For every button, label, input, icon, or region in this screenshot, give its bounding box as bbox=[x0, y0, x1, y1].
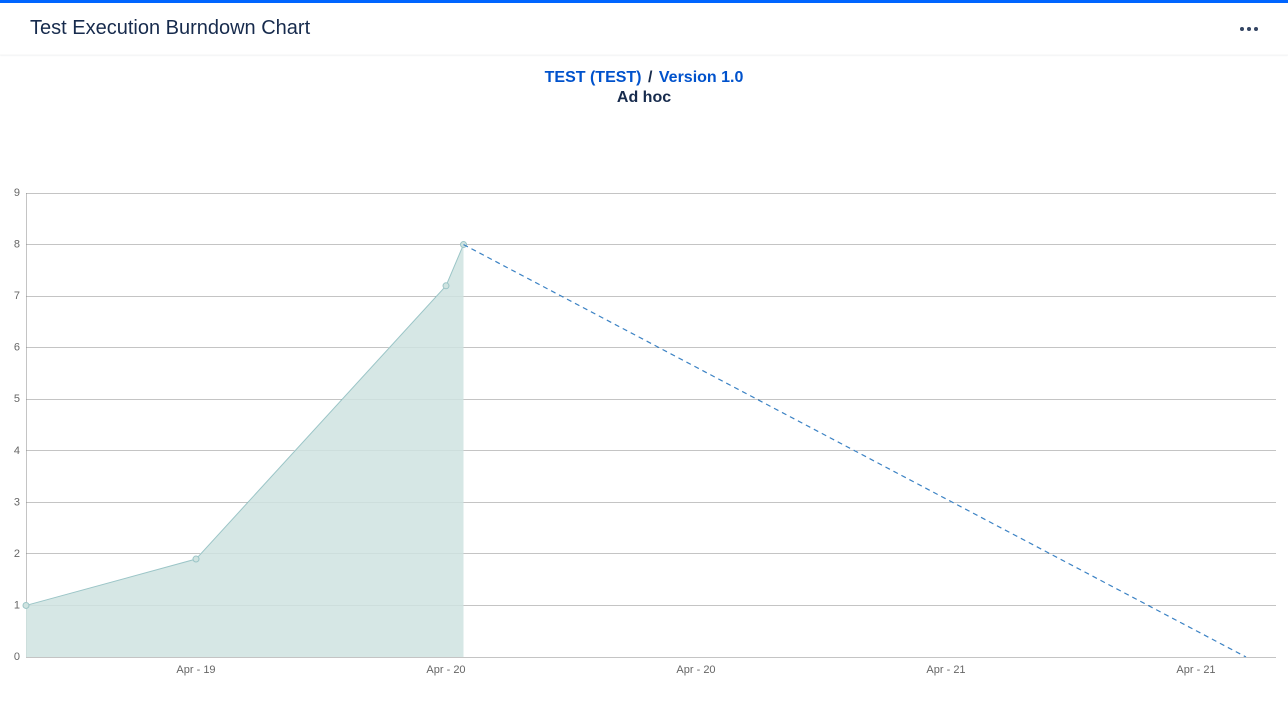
y-tick-label: 8 bbox=[14, 239, 20, 251]
breadcrumb: TEST (TEST) / Version 1.0 bbox=[0, 69, 1288, 87]
ellipsis-icon bbox=[1240, 27, 1258, 31]
x-tick-label: Apr - 20 bbox=[426, 664, 465, 676]
data-point bbox=[443, 283, 449, 289]
more-actions-button[interactable] bbox=[1234, 21, 1264, 37]
y-tick-label: 9 bbox=[14, 187, 20, 199]
y-tick-label: 6 bbox=[14, 342, 20, 354]
header: Test Execution Burndown Chart bbox=[0, 3, 1288, 55]
y-tick-label: 1 bbox=[14, 599, 20, 611]
breadcrumb-separator: / bbox=[648, 69, 652, 86]
burndown-chart: 0 1 2 3 4 5 6 7 8 9 Apr - 19 Apr - 20 Apr - 20 Apr - … bbox=[0, 187, 1288, 687]
y-tick-label: 4 bbox=[14, 445, 20, 457]
x-tick-label: Apr - 21 bbox=[926, 664, 965, 676]
x-tick-label: Apr - 20 bbox=[676, 664, 715, 676]
y-tick-label: 3 bbox=[14, 496, 20, 508]
x-tick-label: Apr - 19 bbox=[176, 664, 215, 676]
y-tick-label: 7 bbox=[14, 290, 20, 302]
data-point bbox=[193, 556, 199, 562]
y-tick-label: 2 bbox=[14, 548, 20, 560]
y-tick-label: 0 bbox=[14, 651, 20, 663]
breadcrumb-version-link[interactable]: Version 1.0 bbox=[659, 69, 744, 86]
page-title: Test Execution Burndown Chart bbox=[30, 17, 310, 40]
data-point bbox=[23, 602, 29, 608]
breadcrumb-project-link[interactable]: TEST (TEST) bbox=[545, 69, 642, 86]
y-tick-label: 5 bbox=[14, 393, 20, 405]
breadcrumb-cycle: Ad hoc bbox=[0, 89, 1288, 107]
chart-svg: 0 1 2 3 4 5 6 7 8 9 Apr - 19 Apr - 20 Apr - 20 Apr - … bbox=[8, 187, 1280, 687]
x-tick-label: Apr - 21 bbox=[1176, 664, 1215, 676]
